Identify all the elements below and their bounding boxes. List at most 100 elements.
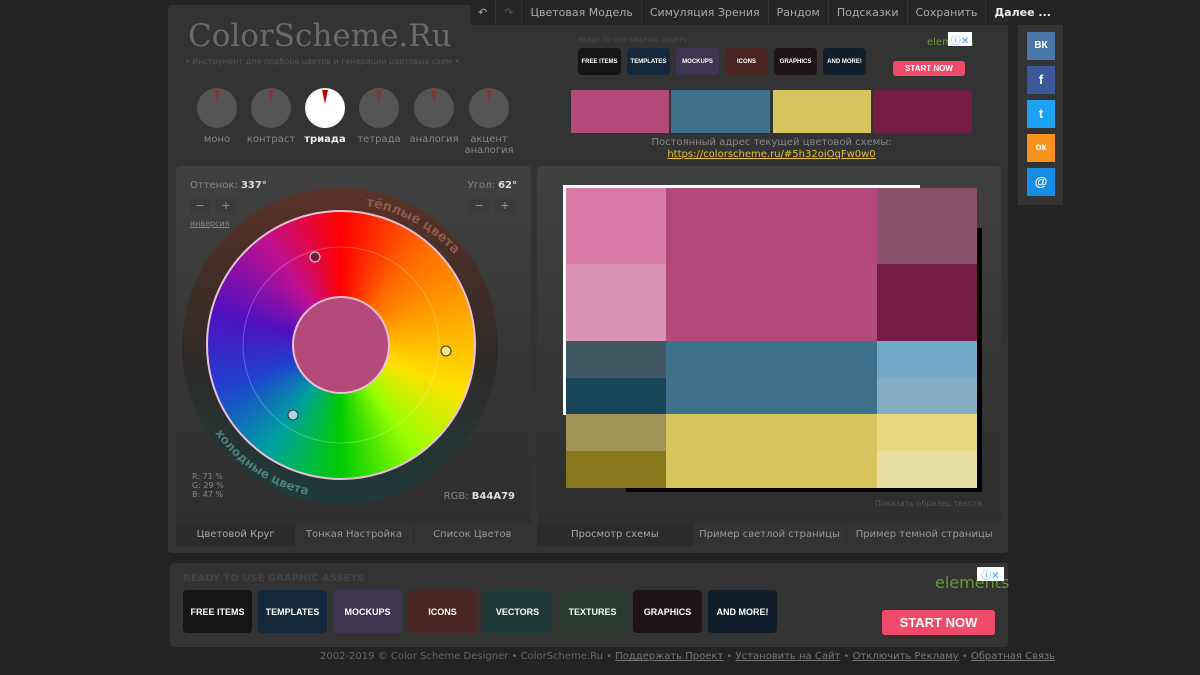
scheme-mono[interactable]: моно (187, 88, 247, 145)
show-text-sample-link[interactable]: Показать образец текста (875, 499, 982, 508)
bottom-ad-close-icon[interactable]: ⓘ✕ (977, 567, 1004, 582)
color-wheel[interactable]: тёплые цвета холодные цвета (176, 166, 531, 526)
odnoklassniki-icon[interactable]: ок (1027, 134, 1055, 162)
undo-button[interactable]: ↶ (470, 0, 497, 25)
scheme-tetrad[interactable]: тетрада (349, 88, 409, 145)
footer: 2002-2019 © Color Scheme Designer • Colo… (320, 651, 1056, 662)
ad-tile[interactable]: TEMPLATES (627, 48, 670, 75)
contrast-icon (251, 88, 291, 128)
nav-hints[interactable]: Подсказки (829, 0, 908, 25)
tagline: • Инструмент для подбора цветов и генера… (185, 57, 460, 66)
footer-link-disable-ads[interactable]: Отключить Рекламу (853, 651, 959, 662)
block-blue[interactable] (666, 341, 877, 414)
ad-tile[interactable]: VECTORS (483, 590, 552, 633)
rgb-percent: R: 71 % G: 29 % B: 47 % (192, 472, 224, 499)
ad-tile[interactable]: MOCKUPS (333, 590, 402, 633)
top-nav: ↶ ↷ Цветовая Модель Симуляция Зрения Ран… (470, 0, 1051, 25)
accent-analog-icon (469, 88, 509, 128)
nav-more[interactable]: Далее ... (986, 0, 1059, 25)
ad-tile[interactable]: ICONS (408, 590, 477, 633)
triad-icon (305, 88, 345, 128)
rgb-value[interactable]: B44A79 (472, 491, 515, 502)
swatch-secondary-2[interactable] (773, 90, 871, 133)
block-yellow-pale[interactable] (877, 451, 977, 488)
footer-link-support[interactable]: Поддержать Проект (615, 651, 723, 662)
swatch-secondary-1[interactable] (671, 90, 770, 133)
mono-icon (197, 88, 237, 128)
tab-dark-page[interactable]: Пример темной страницы (846, 524, 1002, 546)
nav-save[interactable]: Сохранить (908, 0, 987, 25)
marker-complement[interactable] (309, 251, 321, 263)
ad-tile[interactable]: FREE ITEMS (578, 48, 621, 75)
tab-light-page[interactable]: Пример светлой страницы (691, 524, 847, 546)
block-primary-pale[interactable] (566, 264, 666, 341)
facebook-icon[interactable]: f (1027, 66, 1055, 94)
tab-scheme-preview[interactable]: Просмотр схемы (537, 524, 692, 546)
scheme-label: контраст (246, 134, 296, 145)
swatch-complement[interactable] (873, 90, 972, 133)
ad-tile[interactable]: GRAPHICS (633, 590, 702, 633)
scheme-triad[interactable]: триада (295, 88, 355, 145)
vk-icon[interactable]: ВК (1027, 32, 1055, 60)
logo[interactable]: ColorScheme.Ru (188, 18, 452, 54)
bottom-ad-start-button[interactable]: START NOW (882, 610, 995, 635)
scheme-label: аналогия (409, 134, 459, 145)
ad-tile[interactable]: TEXTURES (558, 590, 627, 633)
ad-start-button[interactable]: START NOW (893, 61, 965, 76)
permalink-label: Постоянный адрес текущей цветовой схемы: (651, 137, 892, 148)
marker-blue[interactable] (287, 409, 299, 421)
scheme-label: моно (203, 134, 231, 145)
right-tabs: Просмотр схемы Пример светлой страницы П… (537, 524, 1002, 546)
footer-link-install[interactable]: Установить на Сайт (736, 651, 841, 662)
block-yellow-dark[interactable] (566, 451, 666, 488)
tab-color-wheel[interactable]: Цветовой Круг (176, 524, 295, 546)
tab-color-list[interactable]: Список Цветов (412, 524, 531, 546)
copyright: 2002-2019 © Color Scheme Designer • Colo… (320, 651, 613, 662)
marker-yellow[interactable] (440, 345, 452, 357)
footer-link-feedback[interactable]: Обратная Связь (971, 651, 1055, 662)
block-primary-muted[interactable] (877, 188, 977, 264)
preview-panel: Показать образец текста Просмотр схемы П… (537, 166, 1002, 546)
block-yellow-muted[interactable] (566, 414, 666, 451)
bottom-ad-heading: READY TO USE GRAPHIC ASSETS (183, 573, 365, 584)
swatch-primary[interactable] (571, 90, 669, 133)
permalink-url[interactable]: https://colorscheme.ru/#5h32oiOqFw0w0 (571, 149, 972, 160)
block-primary[interactable] (666, 188, 877, 341)
scheme-label: триада (304, 134, 346, 145)
mail-icon[interactable]: @ (1027, 168, 1055, 196)
block-blue-pale[interactable] (877, 378, 977, 414)
ad-tile[interactable]: GRAPHICS (774, 48, 817, 75)
ad-tile[interactable]: AND MORE! (823, 48, 866, 75)
scheme-label: акцент аналогия (464, 134, 514, 156)
scheme-analog[interactable]: аналогия (404, 88, 464, 145)
block-primary-dark[interactable] (877, 264, 977, 341)
scheme-accent-analog[interactable]: акцент аналогия (459, 88, 519, 156)
twitter-icon[interactable]: t (1027, 100, 1055, 128)
ad-close-icon[interactable]: ⓘ✕ (948, 32, 972, 47)
redo-button[interactable]: ↷ (496, 0, 523, 25)
color-wheel-panel: Оттенок: 337° Угол: 62° − + − + инверсия… (176, 166, 531, 546)
left-tabs: Цветовой Круг Тонкая Настройка Список Цв… (176, 524, 531, 546)
block-yellow[interactable] (666, 414, 877, 488)
nav-random[interactable]: Рандом (769, 0, 829, 25)
block-blue-light[interactable] (877, 341, 977, 378)
ad-tile[interactable]: ICONS (725, 48, 768, 75)
block-blue-muted[interactable] (566, 341, 666, 378)
block-blue-dark[interactable] (566, 378, 666, 414)
ad-heading: READY TO USE GRAPHIC ASSETS (578, 37, 687, 44)
scheme-label: тетрада (357, 134, 401, 145)
block-yellow-light[interactable] (877, 414, 977, 451)
scheme-contrast[interactable]: контраст (241, 88, 301, 145)
nav-vision-sim[interactable]: Симуляция Зрения (642, 0, 769, 25)
nav-color-model[interactable]: Цветовая Модель (522, 0, 642, 25)
b-percent: B: 47 % (192, 490, 224, 499)
block-primary-light[interactable] (566, 188, 666, 264)
r-percent: R: 71 % (192, 472, 223, 481)
ad-tile[interactable]: FREE ITEMS (183, 590, 252, 633)
ad-tile[interactable]: MOCKUPS (676, 48, 719, 75)
tab-fine-tune[interactable]: Тонкая Настройка (294, 524, 413, 546)
ad-tile[interactable]: TEMPLATES (258, 590, 327, 633)
rgb-label: RGB: (443, 491, 469, 502)
ad-tile[interactable]: AND MORE! (708, 590, 777, 633)
g-percent: G: 29 % (192, 481, 224, 490)
